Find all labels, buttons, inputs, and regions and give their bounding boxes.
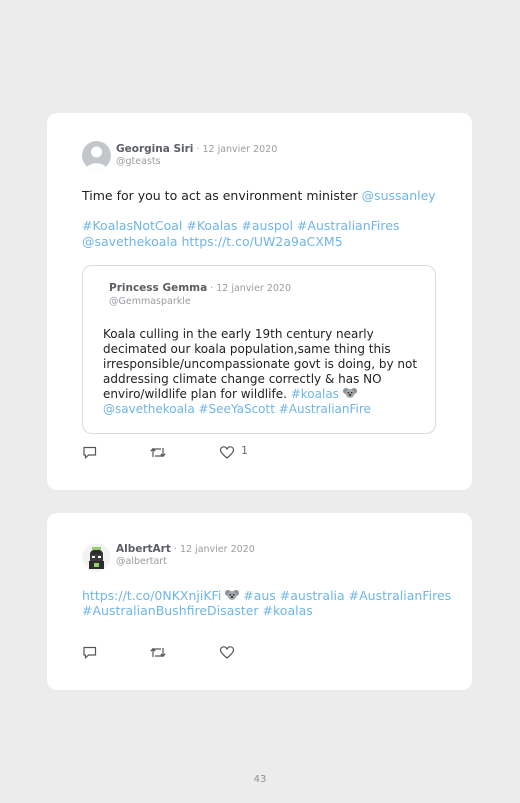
- quoted-text-line: decimated our koala population,same thin…: [103, 342, 391, 356]
- hashtag-link[interactable]: #koalas: [291, 387, 339, 401]
- koala-emoji-icon: [342, 388, 357, 398]
- page-number: 43: [253, 774, 267, 785]
- tweet-text: https://t.co/0NKXnjiKFi #aus #australia …: [82, 588, 451, 604]
- quoted-hashtags[interactable]: @savethekoala #SeeYaScott #AustralianFir…: [103, 402, 417, 417]
- quoted-text-line: addressing climate change correctly & ha…: [103, 372, 382, 386]
- avatar[interactable]: [82, 543, 111, 572]
- tweet-card: AlbertArt · 12 janvier 2020 @albertart h…: [47, 513, 472, 690]
- robot-avatar-icon: [82, 543, 111, 572]
- quoted-text-segment: enviro/wildlife plan for wildlife.: [103, 387, 291, 401]
- author-handle[interactable]: @gteasts: [116, 156, 161, 167]
- retweet-icon[interactable]: [149, 445, 167, 460]
- quoted-text-line: Koala culling in the early 19th century …: [103, 327, 374, 341]
- retweet-icon[interactable]: [149, 645, 167, 660]
- tweet-actions: [82, 645, 282, 661]
- reply-icon[interactable]: [82, 445, 98, 460]
- mention-url-line[interactable]: @savethekoala https://t.co/UW2a9aCXM5: [82, 234, 343, 250]
- tweet-text: Time for you to act as environment minis…: [82, 188, 436, 204]
- quoted-tweet[interactable]: Princess Gemma · 12 janvier 2020 @Gemmas…: [82, 265, 436, 434]
- quoted-text-line: irresponsible/uncompassionate govt is do…: [103, 357, 418, 371]
- author-name[interactable]: AlbertArt · 12 janvier 2020: [116, 543, 255, 555]
- author-name[interactable]: Georgina Siri · 12 janvier 2020: [116, 143, 277, 155]
- quoted-tweet-text: Koala culling in the early 19th century …: [103, 327, 417, 417]
- quoted-tweet-date: · 12 janvier 2020: [207, 283, 292, 294]
- koala-emoji-icon: [225, 590, 240, 600]
- default-avatar-icon: [82, 141, 111, 170]
- tweet-actions: 1: [82, 444, 282, 461]
- url-link[interactable]: https://t.co/0NKXnjiKFi: [82, 588, 221, 603]
- author-handle[interactable]: @albertart: [116, 556, 167, 567]
- tweet-text-line: Time for you to act as environment minis…: [82, 188, 362, 203]
- mention-link[interactable]: @sussanley: [362, 188, 436, 203]
- like-count: 1: [241, 444, 248, 457]
- quoted-author-handle[interactable]: @Gemmasparkle: [109, 296, 191, 307]
- author-name-text[interactable]: Georgina Siri: [116, 143, 193, 155]
- quoted-author-name[interactable]: Princess Gemma · 12 janvier 2020: [109, 282, 291, 294]
- heart-icon[interactable]: [219, 445, 235, 460]
- tweet-date: · 12 janvier 2020: [193, 144, 278, 155]
- quoted-text-line: enviro/wildlife plan for wildlife. #koal…: [103, 387, 417, 402]
- reply-icon[interactable]: [82, 645, 98, 660]
- quoted-author-name-text[interactable]: Princess Gemma: [109, 282, 207, 294]
- hashtag-link[interactable]: #aus #australia #AustralianFires: [239, 588, 451, 603]
- hashtag-line[interactable]: #KoalasNotCoal #Koalas #auspol #Australi…: [82, 218, 399, 234]
- author-name-text[interactable]: AlbertArt: [116, 543, 171, 555]
- avatar[interactable]: [82, 141, 111, 170]
- heart-icon[interactable]: [219, 645, 235, 660]
- tweet-date: · 12 janvier 2020: [170, 544, 255, 555]
- tweet-card: Georgina Siri · 12 janvier 2020 @gteasts…: [47, 113, 472, 490]
- hashtag-line[interactable]: #AustralianBushfireDisaster #koalas: [82, 603, 313, 619]
